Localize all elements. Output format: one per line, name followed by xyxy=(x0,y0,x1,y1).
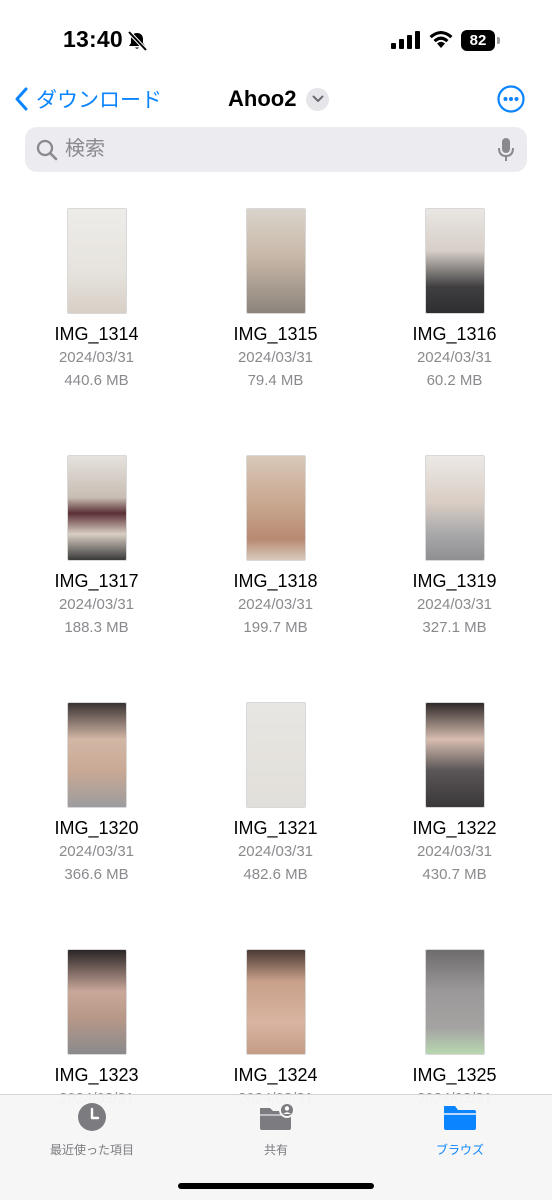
file-name: IMG_1317 xyxy=(54,571,139,591)
file-name: IMG_1323 xyxy=(54,1065,139,1085)
file-item[interactable]: IMG_1317 2024/03/31 188.3 MB xyxy=(7,455,186,639)
file-name: IMG_1319 xyxy=(412,571,497,591)
file-item[interactable]: IMG_1323 2024/03/31 xyxy=(7,949,186,1110)
status-time: 13:40 xyxy=(63,26,123,52)
file-date: 2024/03/31 xyxy=(237,349,314,366)
file-size: 430.7 MB xyxy=(422,866,487,883)
file-item[interactable]: IMG_1319 2024/03/31 327.1 MB xyxy=(365,455,544,639)
home-indicator[interactable] xyxy=(178,1183,374,1189)
file-name: IMG_1320 xyxy=(54,818,139,838)
file-thumbnail xyxy=(245,455,306,561)
battery-level: 82 xyxy=(469,32,487,49)
file-name: IMG_1325 xyxy=(412,1065,497,1085)
search-input[interactable] xyxy=(65,127,485,172)
file-item[interactable]: IMG_1324 2024/03/31 xyxy=(186,949,365,1110)
file-size: 440.6 MB xyxy=(64,372,129,389)
folder-icon xyxy=(444,1106,476,1130)
folder-title-menu[interactable]: Ahoo2 xyxy=(228,84,330,114)
shared-folder-icon xyxy=(260,1102,295,1130)
tab-shared[interactable]: 共有 xyxy=(206,1102,346,1158)
file-item[interactable]: IMG_1315 2024/03/31 79.4 MB xyxy=(186,208,365,392)
file-name: IMG_1314 xyxy=(54,324,139,344)
chevron-left-icon xyxy=(15,87,28,111)
file-name: IMG_1322 xyxy=(412,818,497,838)
file-size: 327.1 MB xyxy=(422,619,487,636)
file-size: 482.6 MB xyxy=(243,866,308,883)
cellular-signal-icon xyxy=(391,31,420,49)
file-size: 188.3 MB xyxy=(64,619,129,636)
file-size: 199.7 MB xyxy=(243,619,308,636)
file-thumbnail xyxy=(424,208,485,314)
more-options-button[interactable] xyxy=(497,85,525,113)
file-item[interactable]: IMG_1316 2024/03/31 60.2 MB xyxy=(365,208,544,392)
file-size: 79.4 MB xyxy=(247,372,304,389)
file-thumbnail xyxy=(245,208,306,314)
file-thumbnail xyxy=(424,455,485,561)
file-thumbnail xyxy=(66,455,127,561)
file-size: 366.6 MB xyxy=(64,866,129,883)
wifi-icon xyxy=(429,31,453,48)
file-item[interactable]: IMG_1322 2024/03/31 430.7 MB xyxy=(365,702,544,886)
search-bar[interactable] xyxy=(25,127,527,172)
file-size: 60.2 MB xyxy=(426,372,483,389)
file-date: 2024/03/31 xyxy=(58,843,135,860)
file-item[interactable]: IMG_1325 2024/03/31 xyxy=(365,949,544,1110)
file-thumbnail xyxy=(245,702,306,808)
file-date: 2024/03/31 xyxy=(58,596,135,613)
microphone-icon[interactable] xyxy=(497,137,515,163)
file-item[interactable]: IMG_1321 2024/03/31 482.6 MB xyxy=(186,702,365,886)
file-date: 2024/03/31 xyxy=(416,349,493,366)
file-thumbnail xyxy=(424,702,485,808)
file-date: 2024/03/31 xyxy=(416,843,493,860)
file-name: IMG_1315 xyxy=(233,324,318,344)
back-button[interactable]: ダウンロード xyxy=(14,84,162,114)
tab-recents[interactable]: 最近使った項目 xyxy=(22,1102,162,1158)
file-thumbnail xyxy=(66,949,127,1055)
tab-label: ブラウズ xyxy=(435,1143,484,1157)
file-thumbnail xyxy=(424,949,485,1055)
tab-label: 共有 xyxy=(263,1143,288,1157)
file-name: IMG_1324 xyxy=(233,1065,318,1085)
file-item[interactable]: IMG_1320 2024/03/31 366.6 MB xyxy=(7,702,186,886)
tab-label: 最近使った項目 xyxy=(49,1143,134,1157)
file-item[interactable]: IMG_1314 2024/03/31 440.6 MB xyxy=(7,208,186,392)
clock-icon xyxy=(78,1103,106,1131)
file-date: 2024/03/31 xyxy=(237,596,314,613)
back-label: ダウンロード xyxy=(36,89,162,112)
file-thumbnail xyxy=(245,949,306,1055)
file-name: IMG_1316 xyxy=(412,324,497,344)
file-thumbnail xyxy=(66,208,127,314)
file-thumbnail xyxy=(66,702,127,808)
bell-off-icon xyxy=(127,30,148,52)
battery-indicator: 82 xyxy=(461,30,503,51)
file-date: 2024/03/31 xyxy=(237,843,314,860)
tab-browse[interactable]: ブラウズ xyxy=(390,1102,530,1158)
file-date: 2024/03/31 xyxy=(416,596,493,613)
file-name: IMG_1321 xyxy=(233,818,318,838)
file-item[interactable]: IMG_1318 2024/03/31 199.7 MB xyxy=(186,455,365,639)
file-name: IMG_1318 xyxy=(233,571,318,591)
page-title: Ahoo2 xyxy=(228,86,297,111)
search-icon xyxy=(36,139,58,161)
chevron-down-icon xyxy=(306,87,330,111)
file-date: 2024/03/31 xyxy=(58,349,135,366)
